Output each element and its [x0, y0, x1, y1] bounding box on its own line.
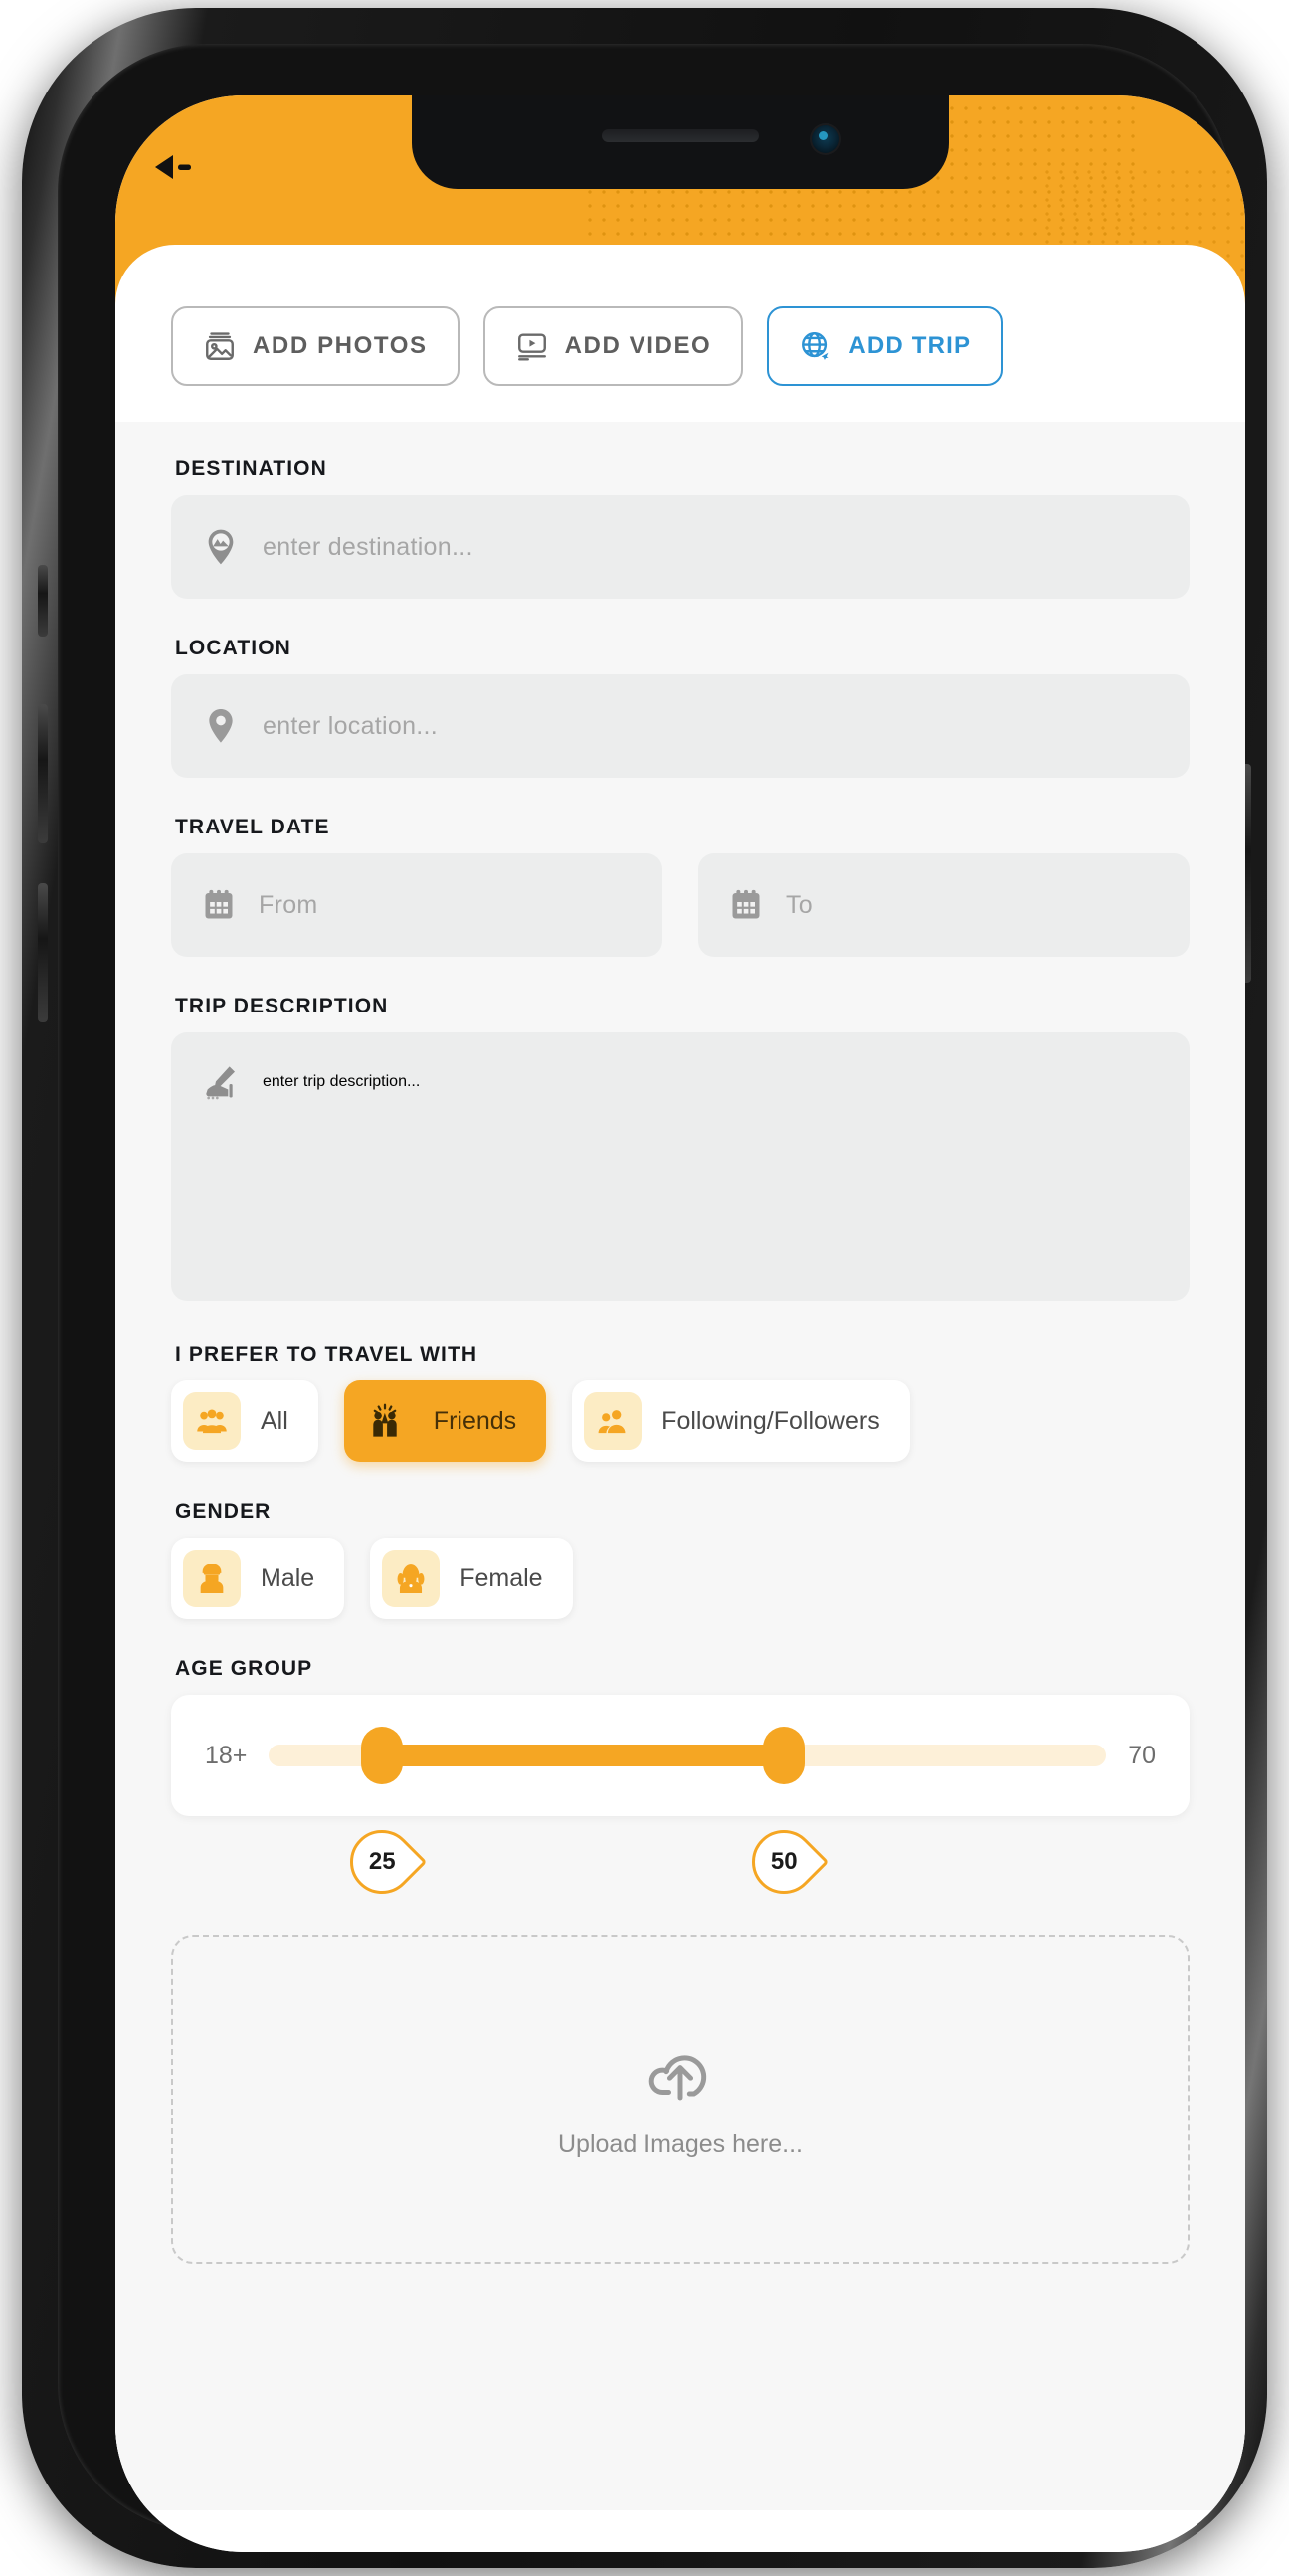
volume-down-button[interactable] [38, 883, 48, 1022]
photo-icon [206, 332, 234, 360]
device-notch [412, 95, 949, 189]
age-slider-fill [381, 1745, 785, 1766]
write-hand-icon [206, 1066, 235, 1100]
gender-option-male-label: Male [261, 1564, 315, 1592]
calendar-icon [205, 889, 233, 919]
calendar-icon [732, 889, 760, 919]
location-input[interactable]: enter location... [171, 674, 1190, 778]
map-pin-icon [209, 709, 233, 743]
bottom-spacer [171, 2264, 1190, 2383]
destination-pin-icon [208, 529, 234, 565]
gender-options: Male Female [171, 1538, 1190, 1619]
age-min-label: 18+ [205, 1741, 248, 1769]
female-avatar-icon [382, 1550, 441, 1607]
gender-option-male[interactable]: Male [171, 1538, 345, 1619]
screenshot-stage: ADD PHOTOS ADD VIDEO ADD TRIP DESTINATIO… [0, 0, 1289, 2576]
age-slider-knob-high[interactable] [763, 1727, 806, 1784]
gender-label: GENDER [175, 1500, 272, 1523]
phone-bezel: ADD PHOTOS ADD VIDEO ADD TRIP DESTINATIO… [58, 44, 1245, 2552]
travel-with-option-following-followers[interactable]: Following/Followers [572, 1380, 910, 1462]
video-icon [517, 333, 546, 361]
tab-add-trip[interactable]: ADD TRIP [767, 306, 1004, 386]
trip-form: DESTINATION enter destination... LOCATIO… [115, 422, 1245, 2510]
upload-images-label: Upload Images here... [558, 2129, 803, 2158]
front-camera [810, 123, 841, 155]
tab-add-trip-label: ADD TRIP [848, 332, 972, 359]
destination-placeholder: enter destination... [263, 532, 473, 561]
tab-add-photos-label: ADD PHOTOS [253, 332, 428, 359]
friends-highfive-icon [356, 1392, 414, 1450]
destination-label: DESTINATION [175, 458, 327, 480]
travel-with-option-all-label: All [261, 1406, 288, 1435]
age-slider-track-wrap[interactable]: 25 50 [269, 1727, 1107, 1908]
age-slider-knob-low[interactable] [360, 1727, 403, 1784]
travel-with-options: All Friends Following/Followers [171, 1380, 1190, 1462]
travel-with-option-friends[interactable]: Friends [343, 1380, 547, 1462]
screen-content: ADD PHOTOS ADD VIDEO ADD TRIP DESTINATIO… [115, 245, 1245, 2552]
age-slider-bubble-high: 50 [739, 1816, 829, 1908]
age-low-value: 25 [368, 1848, 396, 1876]
volume-up-button[interactable] [38, 704, 48, 843]
location-placeholder: enter location... [263, 711, 439, 740]
travel-date-label: TRAVEL DATE [175, 816, 330, 838]
tab-add-photos[interactable]: ADD PHOTOS [171, 306, 460, 386]
travel-date-to-placeholder: To [786, 890, 814, 919]
travel-date-from-input[interactable]: From [171, 853, 662, 957]
travel-with-option-all[interactable]: All [171, 1380, 318, 1462]
phone-frame: ADD PHOTOS ADD VIDEO ADD TRIP DESTINATIO… [22, 8, 1267, 2568]
destination-input[interactable]: enter destination... [171, 495, 1190, 599]
cloud-upload-icon [648, 2054, 707, 2101]
travel-date-from-placeholder: From [259, 890, 318, 919]
travel-with-label: I PREFER TO TRAVEL WITH [175, 1343, 478, 1366]
gender-option-female[interactable]: Female [370, 1538, 573, 1619]
trip-description-label: TRIP DESCRIPTION [175, 995, 389, 1017]
mode-tabs: ADD PHOTOS ADD VIDEO ADD TRIP [115, 245, 1245, 386]
age-group-slider[interactable]: 18+ 25 50 70 [171, 1695, 1190, 1908]
travel-with-option-following-followers-label: Following/Followers [661, 1406, 880, 1435]
age-group-label: AGE GROUP [175, 1657, 313, 1680]
age-slider-bubble-low: 25 [336, 1816, 427, 1908]
gender-option-female-label: Female [460, 1564, 543, 1592]
globe-plane-icon [802, 332, 831, 363]
trip-description-input[interactable]: enter trip description... [171, 1032, 1190, 1301]
travel-date-to-input[interactable]: To [698, 853, 1190, 957]
group-icon [183, 1392, 241, 1450]
travel-date-row: From To [171, 853, 1190, 957]
back-button[interactable] [151, 150, 197, 184]
back-arrow-icon [155, 155, 191, 179]
travel-with-option-friends-label: Friends [433, 1406, 517, 1435]
scroll-area[interactable]: ADD PHOTOS ADD VIDEO ADD TRIP DESTINATIO… [115, 245, 1245, 2552]
trip-description-placeholder: enter trip description... [263, 1073, 421, 1090]
location-label: LOCATION [175, 637, 291, 659]
mute-switch[interactable] [38, 565, 48, 637]
tab-add-video[interactable]: ADD VIDEO [482, 306, 744, 386]
earpiece-speaker [602, 129, 759, 142]
male-avatar-icon [183, 1550, 241, 1607]
phone-screen: ADD PHOTOS ADD VIDEO ADD TRIP DESTINATIO… [115, 95, 1245, 2552]
tab-add-video-label: ADD VIDEO [564, 332, 712, 359]
two-people-icon [584, 1392, 643, 1450]
upload-images-dropzone[interactable]: Upload Images here... [171, 1935, 1190, 2264]
age-max-label: 70 [1128, 1741, 1156, 1769]
age-high-value: 50 [771, 1848, 798, 1876]
